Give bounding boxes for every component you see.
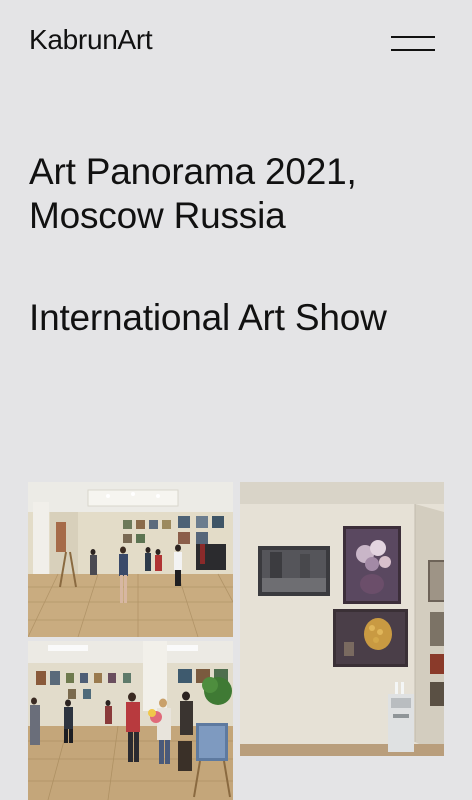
menu-button[interactable] bbox=[388, 30, 438, 56]
site-logo[interactable]: KabrunArt bbox=[29, 24, 153, 56]
page-subtitle: International Art Show bbox=[29, 297, 387, 338]
hamburger-menu-icon bbox=[391, 36, 435, 38]
paintings-photo-image bbox=[240, 482, 444, 756]
site-header: KabrunArt bbox=[0, 0, 472, 90]
gallery-photo-visitors[interactable] bbox=[28, 641, 233, 800]
gallery-photo-hall[interactable] bbox=[28, 482, 233, 637]
page-title: Art Panorama 2021, Moscow Russia bbox=[29, 151, 357, 236]
visitors-photo-image bbox=[28, 641, 233, 800]
hamburger-menu-icon-bar bbox=[391, 49, 435, 51]
hall-photo-image bbox=[28, 482, 233, 637]
gallery-photo-paintings[interactable] bbox=[240, 482, 444, 756]
